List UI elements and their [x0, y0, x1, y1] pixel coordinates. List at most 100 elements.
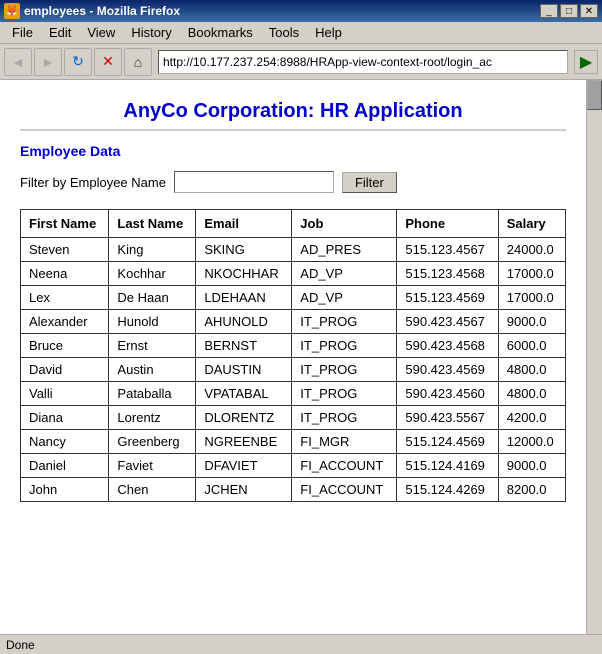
table-cell: 590.423.4569	[397, 358, 498, 382]
col-phone: Phone	[397, 210, 498, 238]
table-cell: Alexander	[21, 310, 109, 334]
table-cell: AD_PRES	[292, 238, 397, 262]
table-cell: Valli	[21, 382, 109, 406]
table-cell: Nancy	[21, 430, 109, 454]
table-cell: 590.423.4567	[397, 310, 498, 334]
filter-input[interactable]	[174, 171, 334, 193]
table-cell: Diana	[21, 406, 109, 430]
table-cell: AD_VP	[292, 262, 397, 286]
table-cell: IT_PROG	[292, 358, 397, 382]
table-cell: DLORENTZ	[196, 406, 292, 430]
section-title: Employee Data	[20, 143, 566, 159]
menu-tools[interactable]: Tools	[261, 23, 307, 42]
close-button[interactable]: ✕	[580, 4, 598, 18]
table-cell: Pataballa	[109, 382, 196, 406]
go-button[interactable]: ▶	[574, 50, 598, 74]
page-content: AnyCo Corporation: HR Application Employ…	[0, 80, 602, 634]
table-cell: 515.124.4269	[397, 478, 498, 502]
window-controls[interactable]: _ □ ✕	[540, 4, 598, 18]
menubar: File Edit View History Bookmarks Tools H…	[0, 22, 602, 44]
home-button[interactable]: ⌂	[124, 48, 152, 76]
maximize-button[interactable]: □	[560, 4, 578, 18]
table-cell: DAUSTIN	[196, 358, 292, 382]
table-cell: 17000.0	[498, 262, 565, 286]
col-job: Job	[292, 210, 397, 238]
table-cell: AHUNOLD	[196, 310, 292, 334]
table-cell: David	[21, 358, 109, 382]
table-row: NeenaKochharNKOCHHARAD_VP515.123.4568170…	[21, 262, 566, 286]
menu-bookmarks[interactable]: Bookmarks	[180, 23, 261, 42]
table-cell: Kochhar	[109, 262, 196, 286]
window-titlebar: 🦊 employees - Mozilla Firefox _ □ ✕	[0, 0, 602, 22]
address-bar[interactable]	[158, 50, 568, 74]
table-cell: SKING	[196, 238, 292, 262]
table-cell: King	[109, 238, 196, 262]
refresh-button[interactable]: ↻	[64, 48, 92, 76]
menu-view[interactable]: View	[79, 23, 123, 42]
table-cell: NGREENBE	[196, 430, 292, 454]
stop-button[interactable]: ✕	[94, 48, 122, 76]
table-cell: 9000.0	[498, 310, 565, 334]
table-cell: DFAVIET	[196, 454, 292, 478]
table-cell: JCHEN	[196, 478, 292, 502]
table-cell: 590.423.5567	[397, 406, 498, 430]
minimize-button[interactable]: _	[540, 4, 558, 18]
filter-label: Filter by Employee Name	[20, 175, 166, 190]
table-cell: IT_PROG	[292, 334, 397, 358]
table-row: JohnChenJCHENFI_ACCOUNT515.124.42698200.…	[21, 478, 566, 502]
table-cell: Ernst	[109, 334, 196, 358]
menu-history[interactable]: History	[123, 23, 179, 42]
table-cell: Faviet	[109, 454, 196, 478]
table-row: ValliPataballaVPATABALIT_PROG590.423.456…	[21, 382, 566, 406]
window-title: employees - Mozilla Firefox	[24, 4, 540, 18]
table-cell: 590.423.4560	[397, 382, 498, 406]
table-cell: LDEHAAN	[196, 286, 292, 310]
table-cell: Hunold	[109, 310, 196, 334]
table-cell: Daniel	[21, 454, 109, 478]
back-button[interactable]: ◄	[4, 48, 32, 76]
table-cell: NKOCHHAR	[196, 262, 292, 286]
table-cell: IT_PROG	[292, 382, 397, 406]
table-cell: 515.123.4568	[397, 262, 498, 286]
table-cell: 515.124.4169	[397, 454, 498, 478]
window-icon: 🦊	[4, 3, 20, 19]
table-row: DanielFavietDFAVIETFI_ACCOUNT515.124.416…	[21, 454, 566, 478]
table-cell: De Haan	[109, 286, 196, 310]
table-cell: 12000.0	[498, 430, 565, 454]
table-cell: FI_MGR	[292, 430, 397, 454]
table-cell: 590.423.4568	[397, 334, 498, 358]
table-cell: 4200.0	[498, 406, 565, 430]
scrollbar-thumb[interactable]	[587, 80, 602, 110]
filter-button[interactable]: Filter	[342, 172, 397, 193]
filter-row: Filter by Employee Name Filter	[20, 171, 566, 193]
table-cell: John	[21, 478, 109, 502]
table-cell: VPATABAL	[196, 382, 292, 406]
table-cell: FI_ACCOUNT	[292, 454, 397, 478]
employee-table: First Name Last Name Email Job Phone Sal…	[20, 209, 566, 502]
table-cell: 4800.0	[498, 382, 565, 406]
table-header-row: First Name Last Name Email Job Phone Sal…	[21, 210, 566, 238]
table-cell: FI_ACCOUNT	[292, 478, 397, 502]
url-input[interactable]	[163, 55, 563, 69]
col-email: Email	[196, 210, 292, 238]
table-row: BruceErnstBERNSTIT_PROG590.423.45686000.…	[21, 334, 566, 358]
statusbar: Done	[0, 634, 602, 654]
page-title: AnyCo Corporation: HR Application	[20, 90, 566, 131]
scrollbar-track[interactable]	[586, 80, 602, 634]
table-cell: 515.123.4569	[397, 286, 498, 310]
table-cell: 9000.0	[498, 454, 565, 478]
menu-edit[interactable]: Edit	[41, 23, 79, 42]
col-firstname: First Name	[21, 210, 109, 238]
table-row: LexDe HaanLDEHAANAD_VP515.123.456917000.…	[21, 286, 566, 310]
table-cell: 515.123.4567	[397, 238, 498, 262]
table-cell: AD_VP	[292, 286, 397, 310]
toolbar: ◄ ► ↻ ✕ ⌂ ▶	[0, 44, 602, 80]
table-cell: 6000.0	[498, 334, 565, 358]
forward-button[interactable]: ►	[34, 48, 62, 76]
table-row: DianaLorentzDLORENTZIT_PROG590.423.55674…	[21, 406, 566, 430]
menu-file[interactable]: File	[4, 23, 41, 42]
table-cell: Lorentz	[109, 406, 196, 430]
table-cell: Neena	[21, 262, 109, 286]
table-cell: IT_PROG	[292, 406, 397, 430]
menu-help[interactable]: Help	[307, 23, 350, 42]
